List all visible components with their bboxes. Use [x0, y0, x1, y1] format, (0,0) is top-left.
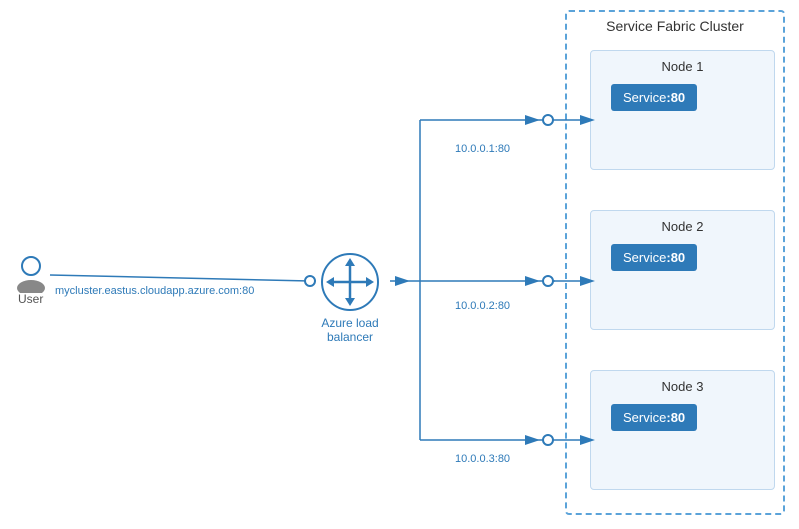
service-3-button: Service :80	[611, 404, 697, 431]
ip-label-2: 10.0.0.2:80	[455, 300, 510, 312]
node-2-box: Node 2 Service :80	[590, 210, 775, 330]
service-1-button: Service :80	[611, 84, 697, 111]
node-2-title: Node 2	[591, 211, 774, 240]
load-balancer-icon	[320, 252, 380, 312]
lb-label-text: Azure load balancer	[321, 316, 378, 344]
node-3-box: Node 3 Service :80	[590, 370, 775, 490]
ip-label-1: 10.0.0.1:80	[455, 143, 510, 155]
service-3-name: Service	[623, 410, 666, 425]
service-2-port: :80	[666, 250, 685, 265]
service-2-button: Service :80	[611, 244, 697, 271]
service-1-name: Service	[623, 90, 666, 105]
user-label: User	[18, 292, 43, 306]
node-3-title: Node 3	[591, 371, 774, 400]
cluster-title: Service Fabric Cluster	[567, 10, 783, 34]
node-1-title: Node 1	[591, 51, 774, 80]
node-1-box: Node 1 Service :80	[590, 50, 775, 170]
diagram: Service Fabric Cluster Node 1 Service :8…	[0, 0, 799, 529]
service-2-name: Service	[623, 250, 666, 265]
ip-label-3: 10.0.0.3:80	[455, 453, 510, 465]
endpoint-label: mycluster.eastus.cloudapp.azure.com:80	[55, 285, 254, 297]
service-1-port: :80	[666, 90, 685, 105]
service-3-port: :80	[666, 410, 685, 425]
load-balancer-label: Azure load balancer	[305, 316, 395, 344]
